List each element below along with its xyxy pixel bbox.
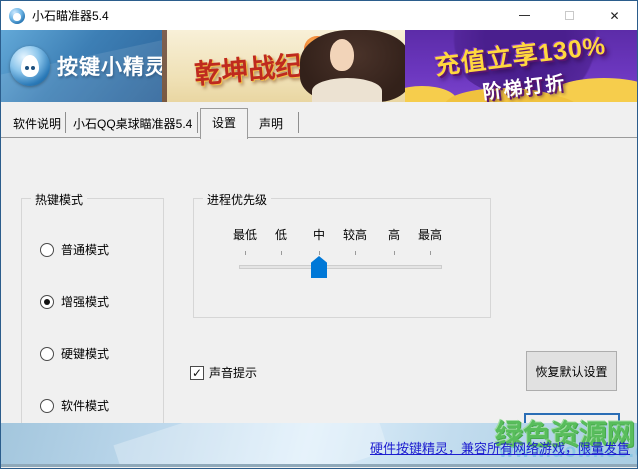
close-button[interactable]: ✕ [592,1,637,30]
hotkey-group-title: 热键模式 [31,191,88,208]
tab-software-info[interactable]: 软件说明 [9,113,65,137]
priority-label-normal: 中 [312,228,326,242]
priority-label-low: 低 [274,228,288,242]
radio-enhanced-mode[interactable]: 增强模式 [40,293,109,310]
radio-normal-mode[interactable]: 普通模式 [40,241,109,258]
tab-strip: 软件说明 小石QQ桌球瞄准器5.4 设置 声明 [1,102,637,139]
radio-icon [40,294,54,309]
radio-hardkey-mode[interactable]: 硬键模式 [40,345,109,362]
priority-group-title: 进程优先级 [203,191,272,208]
slider-tick [430,251,431,255]
ad-game-title: 乾坤战纪 [193,50,304,90]
ad-banner-promo[interactable]: 充值立享130% 阶梯打折 [405,30,637,102]
radio-icon [40,346,54,361]
maximize-button [547,1,592,30]
priority-label-lowest: 最低 [232,228,258,242]
mascot-icon [10,46,50,86]
app-icon [9,7,25,24]
ad-character-face [330,39,354,71]
promo-status-link[interactable]: 硬件按键精灵，兼容所有网络游戏，限量发售 [370,438,630,457]
minimize-button[interactable] [502,1,547,30]
minimize-icon [519,15,530,16]
restore-defaults-button[interactable]: 恢复默认设置 [526,351,617,391]
radio-icon [40,398,54,413]
close-icon: ✕ [609,8,620,23]
title-bar[interactable]: 小石瞄准器5.4 ✕ [1,1,637,30]
window-controls: ✕ [502,1,637,30]
tab-settings[interactable]: 设置 [200,108,248,139]
settings-panel: 热键模式 普通模式 增强模式 硬键模式 软件模式 进程优先级 最低 低 中 较高… [1,138,637,423]
tab-separator [298,112,299,133]
process-priority-group: 进程优先级 最低 低 中 较高 高 最高 [193,191,491,318]
slider-tick [355,251,356,255]
hotkey-mode-group: 热键模式 普通模式 增强模式 硬键模式 软件模式 [21,191,164,423]
brand-name: 按键小精灵 [57,56,167,79]
tab-separator [197,112,198,133]
priority-slider-track[interactable] [239,265,442,269]
sound-alert-checkbox[interactable]: ✓ 声音提示 [190,364,257,381]
priority-label-highest: 最高 [417,228,443,242]
tab-separator [65,112,66,133]
slider-tick [281,251,282,255]
tab-aimer[interactable]: 小石QQ桌球瞄准器5.4 [69,113,196,137]
priority-slider-thumb[interactable] [311,256,327,278]
slider-tick [319,251,320,255]
priority-label-above: 较高 [342,228,368,242]
ad-banner-game[interactable]: 乾坤战纪 [162,30,410,102]
maximize-icon [565,11,574,20]
app-window: 小石瞄准器5.4 ✕ 按键小精灵 乾坤战纪 充值立享130% 阶梯打折 软件说明… [0,0,638,469]
banner: 按键小精灵 乾坤战纪 充值立享130% 阶梯打折 [1,30,637,102]
priority-label-high: 高 [387,228,401,242]
tab-statement[interactable]: 声明 [255,113,287,137]
slider-tick [394,251,395,255]
brand-logo: 按键小精灵 [1,30,166,102]
radio-icon [40,242,54,257]
checkbox-check-icon: ✓ [190,365,204,380]
radio-software-mode[interactable]: 软件模式 [40,397,109,414]
slider-tick [245,251,246,255]
window-title: 小石瞄准器5.4 [32,9,109,23]
ad-character-dress [312,78,382,102]
